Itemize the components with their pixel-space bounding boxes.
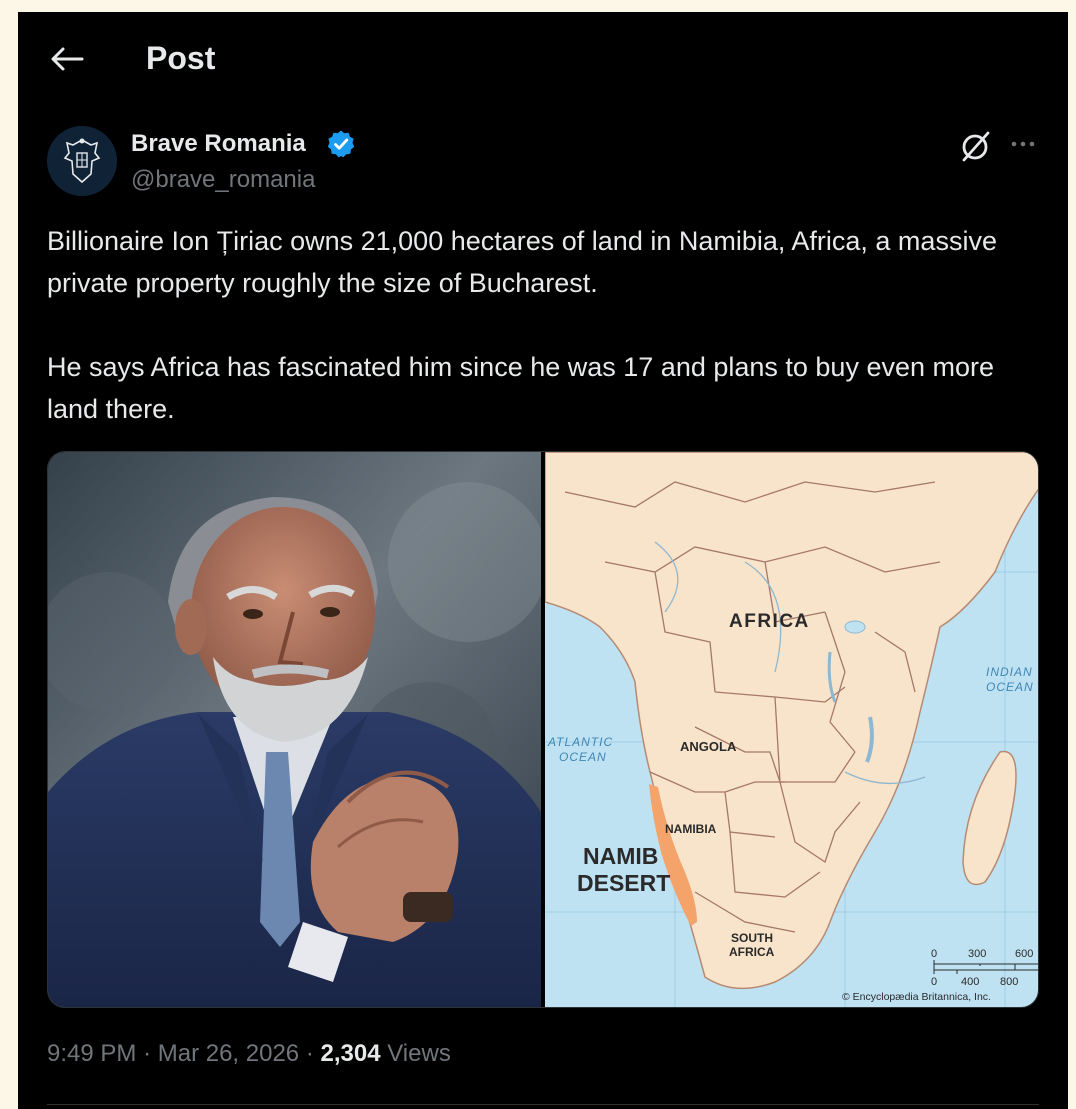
meta-separator: · bbox=[143, 1040, 152, 1067]
scale-label: 800 bbox=[1000, 976, 1018, 988]
map-credit: © Encyclopædia Britannica, Inc. bbox=[842, 991, 991, 1003]
map-label-indian-ocean: INDIAN bbox=[986, 665, 1033, 679]
author-handle[interactable]: @brave_romania bbox=[131, 166, 315, 194]
divider bbox=[47, 1104, 1039, 1105]
views-label: Views bbox=[387, 1040, 451, 1067]
tweet-paragraph: He says Africa has fascinated him since … bbox=[47, 352, 995, 424]
grok-icon[interactable] bbox=[958, 129, 992, 163]
tweet-paragraph: Billionaire Ion Țiriac owns 21,000 hecta… bbox=[47, 226, 997, 298]
scale-label: 300 bbox=[968, 948, 986, 960]
tweet-media: AFRICA INDIAN OCEAN ATLANTIC OCEAN ANGOL… bbox=[47, 451, 1039, 1008]
scale-label: 400 bbox=[961, 976, 979, 988]
africa-map[interactable]: AFRICA INDIAN OCEAN ATLANTIC OCEAN ANGOL… bbox=[541, 452, 1038, 1007]
post-time[interactable]: 9:49 PM bbox=[47, 1040, 136, 1067]
post-page: Post Brave Romania @brave_romania Billio… bbox=[18, 12, 1068, 1109]
map-label-atlantic-ocean: ATLANTIC bbox=[547, 735, 613, 749]
scale-label: 0 bbox=[931, 948, 937, 960]
post-metadata: 9:49 PM · Mar 26, 2026 · 2,304 Views bbox=[47, 1040, 451, 1068]
views-count: 2,304 bbox=[320, 1040, 381, 1067]
map-label-namib: NAMIB bbox=[583, 843, 658, 869]
map-label-south-africa: SOUTH bbox=[731, 931, 773, 945]
tweet-text: Billionaire Ion Țiriac owns 21,000 hecta… bbox=[47, 220, 1042, 430]
map-label-atlantic-ocean: OCEAN bbox=[559, 750, 607, 764]
scale-label: 0 bbox=[931, 976, 937, 988]
post-date[interactable]: Mar 26, 2026 bbox=[158, 1040, 299, 1067]
map-label-indian-ocean: OCEAN bbox=[986, 680, 1034, 694]
back-arrow-icon[interactable] bbox=[48, 44, 84, 74]
map-label-africa: AFRICA bbox=[729, 611, 810, 632]
verified-badge-icon bbox=[327, 130, 355, 158]
post-header: Post bbox=[18, 12, 1068, 107]
coat-of-arms-icon bbox=[47, 126, 117, 196]
map-label-angola: ANGOLA bbox=[680, 739, 737, 754]
meta-separator: · bbox=[305, 1040, 314, 1067]
more-options-icon[interactable] bbox=[1006, 129, 1040, 159]
page-title: Post bbox=[146, 40, 216, 76]
map-label-desert: DESERT bbox=[577, 870, 670, 896]
map-label-namibia: NAMIBIA bbox=[665, 822, 717, 836]
map-label-south-africa: AFRICA bbox=[729, 945, 775, 959]
scale-label: 600 bbox=[1015, 948, 1033, 960]
avatar[interactable] bbox=[47, 126, 117, 196]
author-name[interactable]: Brave Romania bbox=[131, 130, 306, 158]
portrait-photo[interactable] bbox=[48, 452, 541, 1007]
